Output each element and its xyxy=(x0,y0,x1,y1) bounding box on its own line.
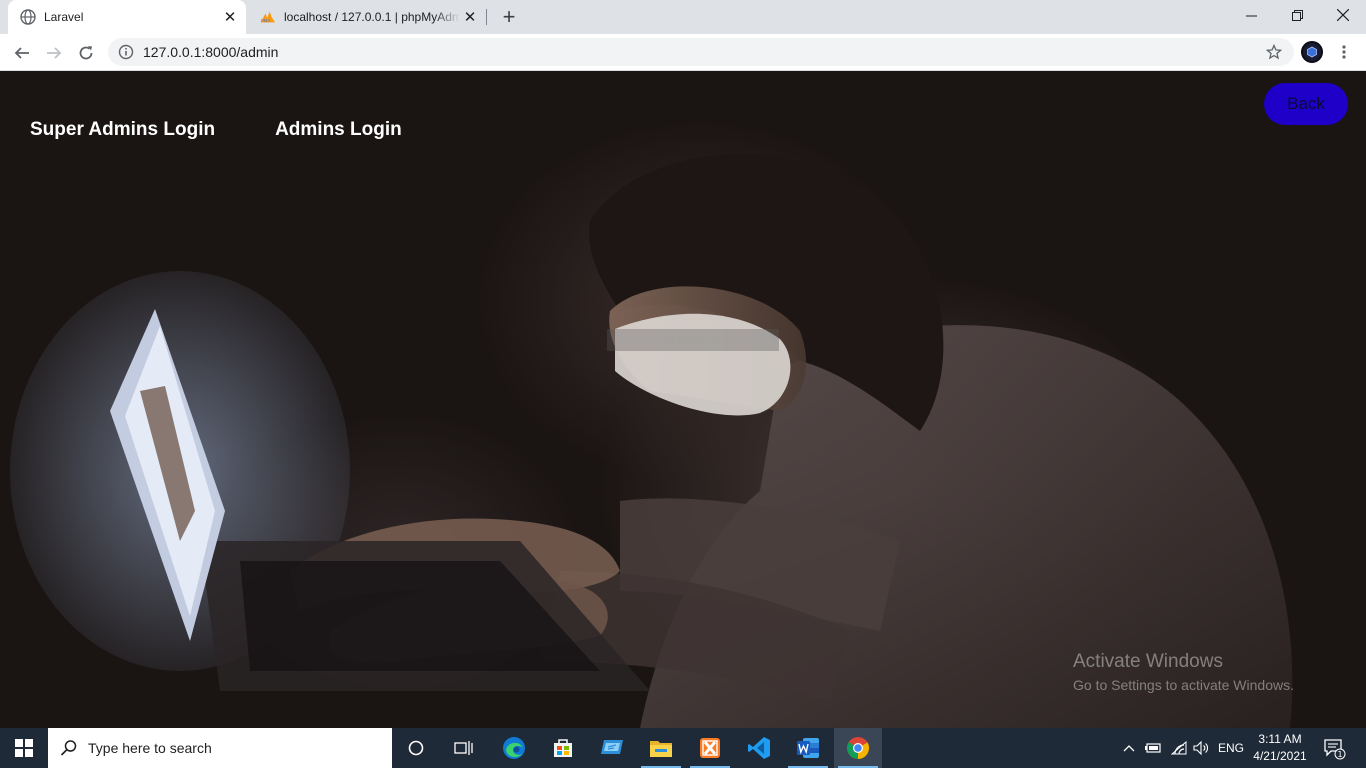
notification-count: 1 xyxy=(1337,750,1342,759)
language-indicator[interactable]: ENG xyxy=(1214,728,1248,768)
file-explorer-icon[interactable] xyxy=(637,728,685,768)
watermark-title: Activate Windows xyxy=(1073,651,1223,672)
forward-arrow-icon[interactable] xyxy=(40,39,68,67)
activate-windows-watermark: Activate Windows Go to Settings to activ… xyxy=(1073,651,1294,693)
reload-icon[interactable] xyxy=(72,39,100,67)
windows-start-icon[interactable] xyxy=(0,728,48,768)
watermark-subtitle: Go to Settings to activate Windows. xyxy=(1073,677,1294,693)
tray-chevron-up-icon[interactable] xyxy=(1120,728,1138,768)
close-tab-icon[interactable]: ✕ xyxy=(460,7,480,27)
wifi-icon[interactable] xyxy=(1168,728,1190,768)
taskbar-clock[interactable]: 3:11 AM 4/21/2021 xyxy=(1252,731,1308,765)
site-info-icon[interactable] xyxy=(118,44,134,60)
svg-text:PMA: PMA xyxy=(261,18,271,24)
restore-icon[interactable] xyxy=(1274,0,1320,30)
notification-center-icon[interactable]: 1 xyxy=(1322,736,1346,760)
minimize-icon[interactable] xyxy=(1228,0,1274,30)
xampp-icon[interactable] xyxy=(686,728,734,768)
address-bar[interactable] xyxy=(108,38,1294,66)
back-button[interactable]: Back xyxy=(1264,83,1348,125)
globe-icon xyxy=(20,9,36,25)
new-tab-icon[interactable]: + xyxy=(497,4,521,29)
task-view-icon[interactable] xyxy=(440,728,488,768)
store-icon[interactable] xyxy=(539,728,587,768)
taskbar-search-box[interactable] xyxy=(48,728,392,768)
search-icon xyxy=(60,739,78,757)
url-input[interactable] xyxy=(143,44,1143,60)
tab-laravel[interactable]: Laravel ✕ xyxy=(8,0,246,34)
bookmark-star-icon[interactable] xyxy=(1265,43,1283,60)
back-arrow-icon[interactable] xyxy=(8,39,36,67)
taskbar-search-input[interactable] xyxy=(88,740,368,756)
tab-phpmyadmin[interactable]: PMA localhost / 127.0.0.1 | phpMyAdmin ✕ xyxy=(248,0,486,34)
chrome-icon[interactable] xyxy=(834,728,882,768)
remote-desktop-icon[interactable] xyxy=(588,728,636,768)
windows-taskbar: ENG 3:11 AM 4/21/2021 1 xyxy=(0,728,1366,768)
browser-menu-icon[interactable] xyxy=(1334,42,1354,62)
fullscreen-snip-hint: Full-screen snip xyxy=(607,329,779,351)
close-icon[interactable] xyxy=(1320,0,1366,30)
clock-time: 3:11 AM xyxy=(1258,732,1302,746)
admin-login-nav: Super Admins Login Admins Login xyxy=(30,119,402,141)
admins-login-link[interactable]: Admins Login xyxy=(275,119,402,141)
volume-icon[interactable] xyxy=(1190,728,1212,768)
browser-toolbar xyxy=(0,34,1366,71)
tab-title: Laravel xyxy=(44,10,84,24)
clock-date: 4/21/2021 xyxy=(1253,749,1307,763)
super-admins-login-link[interactable]: Super Admins Login xyxy=(30,119,215,141)
hero-background-image xyxy=(10,154,1293,728)
close-tab-icon[interactable]: ✕ xyxy=(220,7,240,27)
browser-tabstrip: Laravel ✕ PMA localhost / 127.0.0.1 | ph… xyxy=(0,0,1366,34)
tab-separator xyxy=(486,9,487,25)
tab-title: localhost / 127.0.0.1 | phpMyAdmin xyxy=(284,10,460,24)
edge-icon[interactable] xyxy=(490,728,538,768)
phpmyadmin-icon: PMA xyxy=(260,9,276,25)
vscode-icon[interactable] xyxy=(735,728,783,768)
profile-avatar-icon[interactable] xyxy=(1301,41,1323,63)
word-icon[interactable] xyxy=(784,728,832,768)
cortana-icon[interactable] xyxy=(392,728,440,768)
page-viewport: Super Admins Login Admins Login Back Ful… xyxy=(0,71,1366,728)
battery-icon[interactable] xyxy=(1142,728,1164,768)
